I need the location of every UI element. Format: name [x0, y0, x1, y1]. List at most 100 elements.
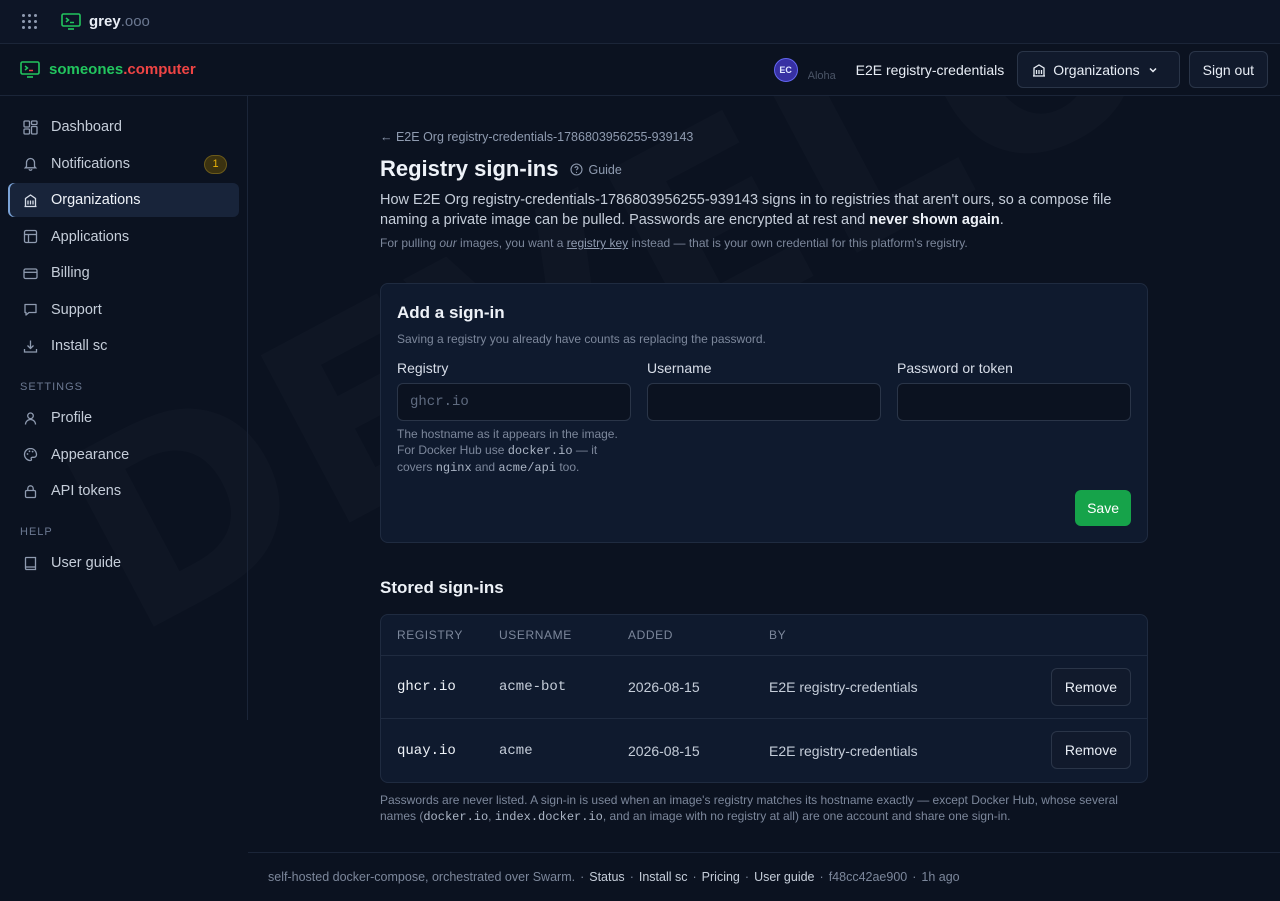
credit-card-icon — [23, 267, 38, 279]
stored-sign-ins-table: REGISTRY USERNAME ADDED BY ghcr.io acme-… — [380, 614, 1148, 783]
dashboard-icon — [23, 119, 38, 135]
username-input[interactable] — [647, 383, 881, 421]
remove-button[interactable]: Remove — [1050, 731, 1131, 769]
app-name-part1: someones — [49, 61, 124, 78]
subdescription-text: images, you want a — [456, 236, 567, 250]
footer-separator: · — [580, 870, 585, 884]
avatar-name: Aloha — [807, 69, 836, 82]
registry-cell: ghcr.io — [397, 679, 456, 695]
footer-link-pricing[interactable]: Pricing — [702, 870, 740, 884]
footer-separator: · — [629, 870, 634, 884]
footer-separator: · — [744, 870, 750, 884]
organizations-button[interactable]: Organizations — [1017, 51, 1180, 88]
title-row: Registry sign-ins Guide — [380, 156, 1148, 182]
sidebar-item-appearance[interactable]: Appearance — [8, 438, 239, 472]
save-button[interactable]: Save — [1075, 490, 1131, 526]
building-icon — [1033, 63, 1046, 77]
sidebar-item-label: Notifications — [51, 155, 130, 172]
sidebar-item-dashboard[interactable]: Dashboard — [8, 110, 239, 144]
user-name: E2E registry-credentials — [855, 61, 1005, 78]
chevron-down-icon — [1149, 67, 1157, 73]
help-code: docker.io — [507, 444, 573, 458]
note-code: docker.io — [423, 810, 489, 824]
sidebar-item-applications[interactable]: Applications — [8, 220, 239, 254]
monitor-icon — [61, 13, 81, 30]
sidebar-item-label: Support — [51, 301, 102, 318]
username-cell: acme — [499, 742, 533, 759]
by-cell: E2E registry-credentials — [769, 742, 918, 759]
registry-field-group: Registry The hostname as it appears in t… — [397, 360, 631, 476]
layout-icon — [23, 229, 38, 244]
table-header: REGISTRY USERNAME ADDED BY — [381, 615, 1147, 656]
added-cell: 2026-08-15 — [628, 679, 700, 695]
help-code: acme/api — [498, 461, 557, 475]
app-grid-icon[interactable] — [22, 13, 38, 30]
back-link[interactable]: ← E2E Org registry-credentials-178680395… — [380, 130, 693, 144]
description-emphasis: never shown again — [869, 212, 1000, 228]
help-text: too. — [556, 460, 580, 474]
sign-out-button[interactable]: Sign out — [1188, 51, 1268, 88]
app-name-part2: .computer — [123, 61, 196, 78]
sidebar-item-api-tokens[interactable]: API tokens — [8, 474, 239, 508]
username-field-group: Username — [647, 360, 881, 476]
password-field-group: Password or token — [897, 360, 1131, 476]
footer-time: 1h ago — [921, 870, 960, 884]
note-code: index.docker.io — [494, 810, 603, 824]
username-label: Username — [647, 360, 712, 376]
footer-link-install-sc[interactable]: Install sc — [639, 870, 688, 884]
footer-separator: · — [912, 870, 917, 884]
add-sign-in-subtitle: Saving a registry you already have count… — [397, 332, 766, 346]
sidebar-item-profile[interactable]: Profile — [8, 401, 239, 435]
brand[interactable]: grey.ooo — [61, 13, 150, 30]
column-header-by: BY — [769, 628, 787, 642]
table-row: quay.io acme 2026-08-15 E2E registry-cre… — [381, 719, 1147, 782]
sidebar-item-user-guide[interactable]: User guide — [8, 546, 239, 580]
footer-separator: · — [692, 870, 697, 884]
column-header-registry: REGISTRY — [397, 628, 463, 642]
footer: self-hosted docker-compose, orchestrated… — [248, 852, 1280, 901]
app-logo[interactable]: someones.computer — [20, 61, 196, 78]
download-icon — [23, 340, 38, 353]
monitor-icon — [20, 61, 40, 78]
sidebar-item-label: Install sc — [51, 338, 108, 354]
sidebar-item-install-sc[interactable]: Install sc — [8, 329, 239, 363]
footer-separator: · — [819, 870, 824, 884]
lock-icon — [24, 484, 37, 498]
help-code: nginx — [435, 461, 472, 475]
remove-button[interactable]: Remove — [1050, 668, 1131, 706]
sidebar-item-label: Profile — [51, 410, 93, 426]
avatar[interactable]: EC — [773, 57, 798, 82]
table-row: ghcr.io acme-bot 2026-08-15 E2E registry… — [381, 656, 1147, 719]
help-heading: HELP — [20, 526, 53, 538]
page-description: How E2E Org registry-credentials-1786803… — [380, 190, 1148, 230]
sidebar-item-label: User guide — [51, 555, 122, 571]
stored-sign-ins-title: Stored sign-ins — [380, 578, 504, 597]
app-header: someones.computer EC Aloha E2E registry-… — [0, 44, 1280, 96]
added-cell: 2026-08-15 — [628, 742, 700, 759]
password-input[interactable] — [897, 383, 1131, 421]
registry-key-link[interactable]: registry key — [567, 236, 628, 250]
subdescription-text: For pulling — [380, 236, 440, 250]
registry-help: The hostname as it appears in the image.… — [397, 426, 631, 476]
guide-link[interactable]: Guide — [570, 162, 622, 177]
app-name: someones.computer — [49, 61, 196, 78]
registry-cell: quay.io — [397, 742, 456, 759]
guide-label: Guide — [588, 162, 622, 177]
header-actions: EC Aloha E2E registry-credentials Organi… — [773, 51, 1268, 88]
building-icon — [24, 193, 37, 207]
sidebar-item-billing[interactable]: Billing — [8, 256, 239, 290]
chat-icon — [24, 303, 37, 316]
palette-icon — [23, 447, 38, 462]
note-text: , and an image with no registry at all) … — [602, 809, 1011, 823]
help-text: and — [471, 460, 499, 474]
footer-link-status[interactable]: Status — [589, 870, 624, 884]
sidebar-item-organizations[interactable]: Organizations — [8, 183, 239, 217]
sidebar-item-label: Billing — [51, 265, 90, 281]
sidebar-item-label: Applications — [51, 228, 130, 245]
top-bar: grey.ooo — [0, 0, 1280, 44]
registry-input[interactable] — [397, 383, 631, 421]
help-circle-icon — [570, 163, 584, 176]
footer-link-user-guide[interactable]: User guide — [754, 870, 814, 884]
sidebar-item-notifications[interactable]: Notifications 1 — [8, 147, 239, 181]
sidebar-item-support[interactable]: Support — [8, 293, 239, 327]
